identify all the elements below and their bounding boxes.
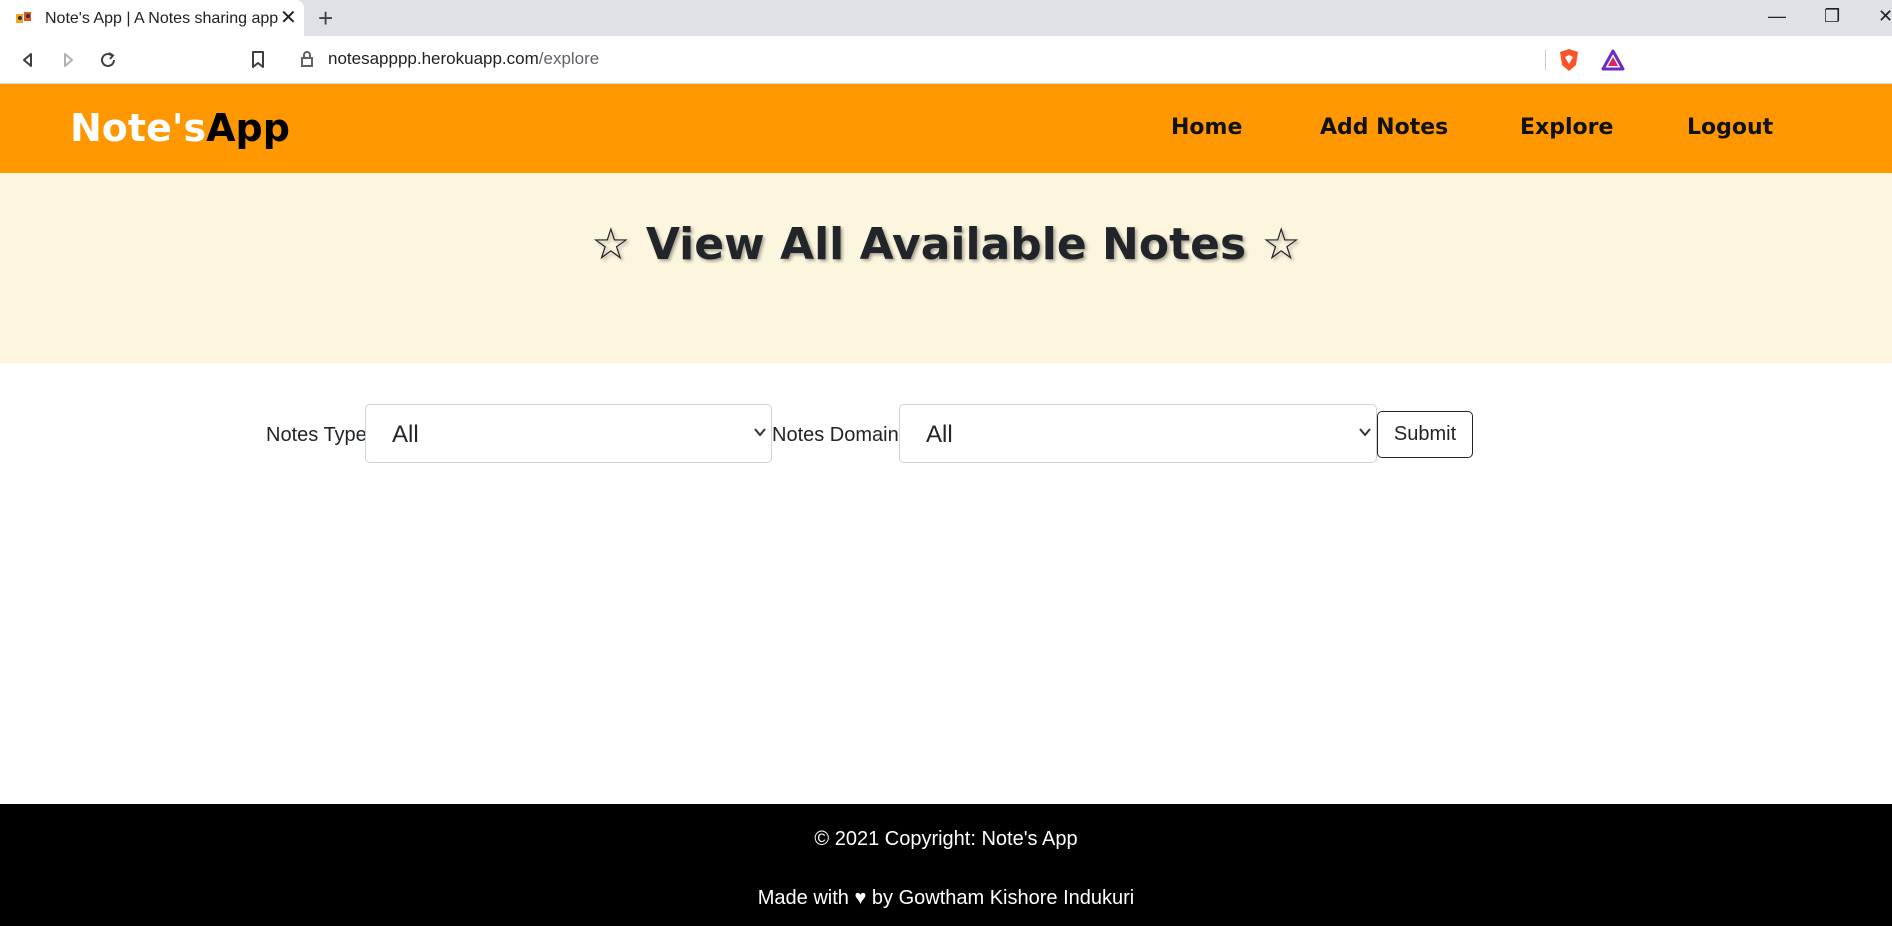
minimize-icon[interactable]: — xyxy=(1768,6,1786,27)
chevron-down-icon xyxy=(1359,428,1371,437)
site-navbar: Note'sApp Home Add Notes Explore Logout xyxy=(0,84,1892,173)
brand-logo[interactable]: Note'sApp xyxy=(70,106,290,150)
bookmark-icon[interactable] xyxy=(244,46,272,74)
brave-rewards-icon[interactable] xyxy=(1601,49,1625,71)
reload-icon[interactable] xyxy=(94,46,122,74)
footer-credit: Made with ♥ by Gowtham Kishore Indukuri xyxy=(757,887,1135,909)
notes-type-select[interactable]: All xyxy=(365,404,772,463)
hero-banner: ☆ View All Available Notes ☆ xyxy=(0,173,1892,363)
nav-explore-link[interactable]: Explore xyxy=(1520,115,1613,140)
submit-button[interactable]: Submit xyxy=(1377,411,1473,458)
url-text: notesapppp.herokuapp.com/explore xyxy=(328,49,600,68)
back-icon[interactable] xyxy=(14,46,42,74)
forward-icon[interactable] xyxy=(54,46,82,74)
browser-toolbar: notesapppp.herokuapp.com/explore xyxy=(0,36,1892,84)
notes-domain-select[interactable]: All xyxy=(899,404,1377,463)
lock-icon xyxy=(301,51,313,67)
site-footer: © 2021 Copyright: Note's App Made with ♥… xyxy=(0,804,1892,926)
brave-shield-icon[interactable] xyxy=(1558,48,1580,72)
nav-add-notes-link[interactable]: Add Notes xyxy=(1320,115,1448,140)
browser-tab-bar: Note's App | A Notes sharing app ✕ + — ❐… xyxy=(0,0,1892,36)
tab-close-icon[interactable]: ✕ xyxy=(280,6,297,30)
tab-title: Note's App | A Notes sharing app xyxy=(45,10,279,27)
browser-tab[interactable]: Note's App | A Notes sharing app ✕ xyxy=(0,0,304,36)
notes-favicon-icon xyxy=(16,12,31,23)
notes-domain-value: All xyxy=(926,421,953,448)
footer-copyright: © 2021 Copyright: Note's App xyxy=(814,828,1078,850)
nav-logout-link[interactable]: Logout xyxy=(1687,115,1773,140)
notes-domain-label: Notes Domain xyxy=(772,424,899,446)
chevron-down-icon xyxy=(754,428,766,437)
notes-type-value: All xyxy=(392,421,419,448)
new-tab-icon[interactable]: + xyxy=(318,4,333,32)
restore-icon[interactable]: ❐ xyxy=(1824,6,1840,27)
page-title: ☆ View All Available Notes ☆ xyxy=(591,219,1301,270)
notes-type-label: Notes Type xyxy=(266,424,367,446)
toolbar-divider xyxy=(1545,50,1546,70)
nav-home-link[interactable]: Home xyxy=(1171,115,1242,140)
window-close-icon[interactable]: ✕ xyxy=(1878,6,1892,27)
